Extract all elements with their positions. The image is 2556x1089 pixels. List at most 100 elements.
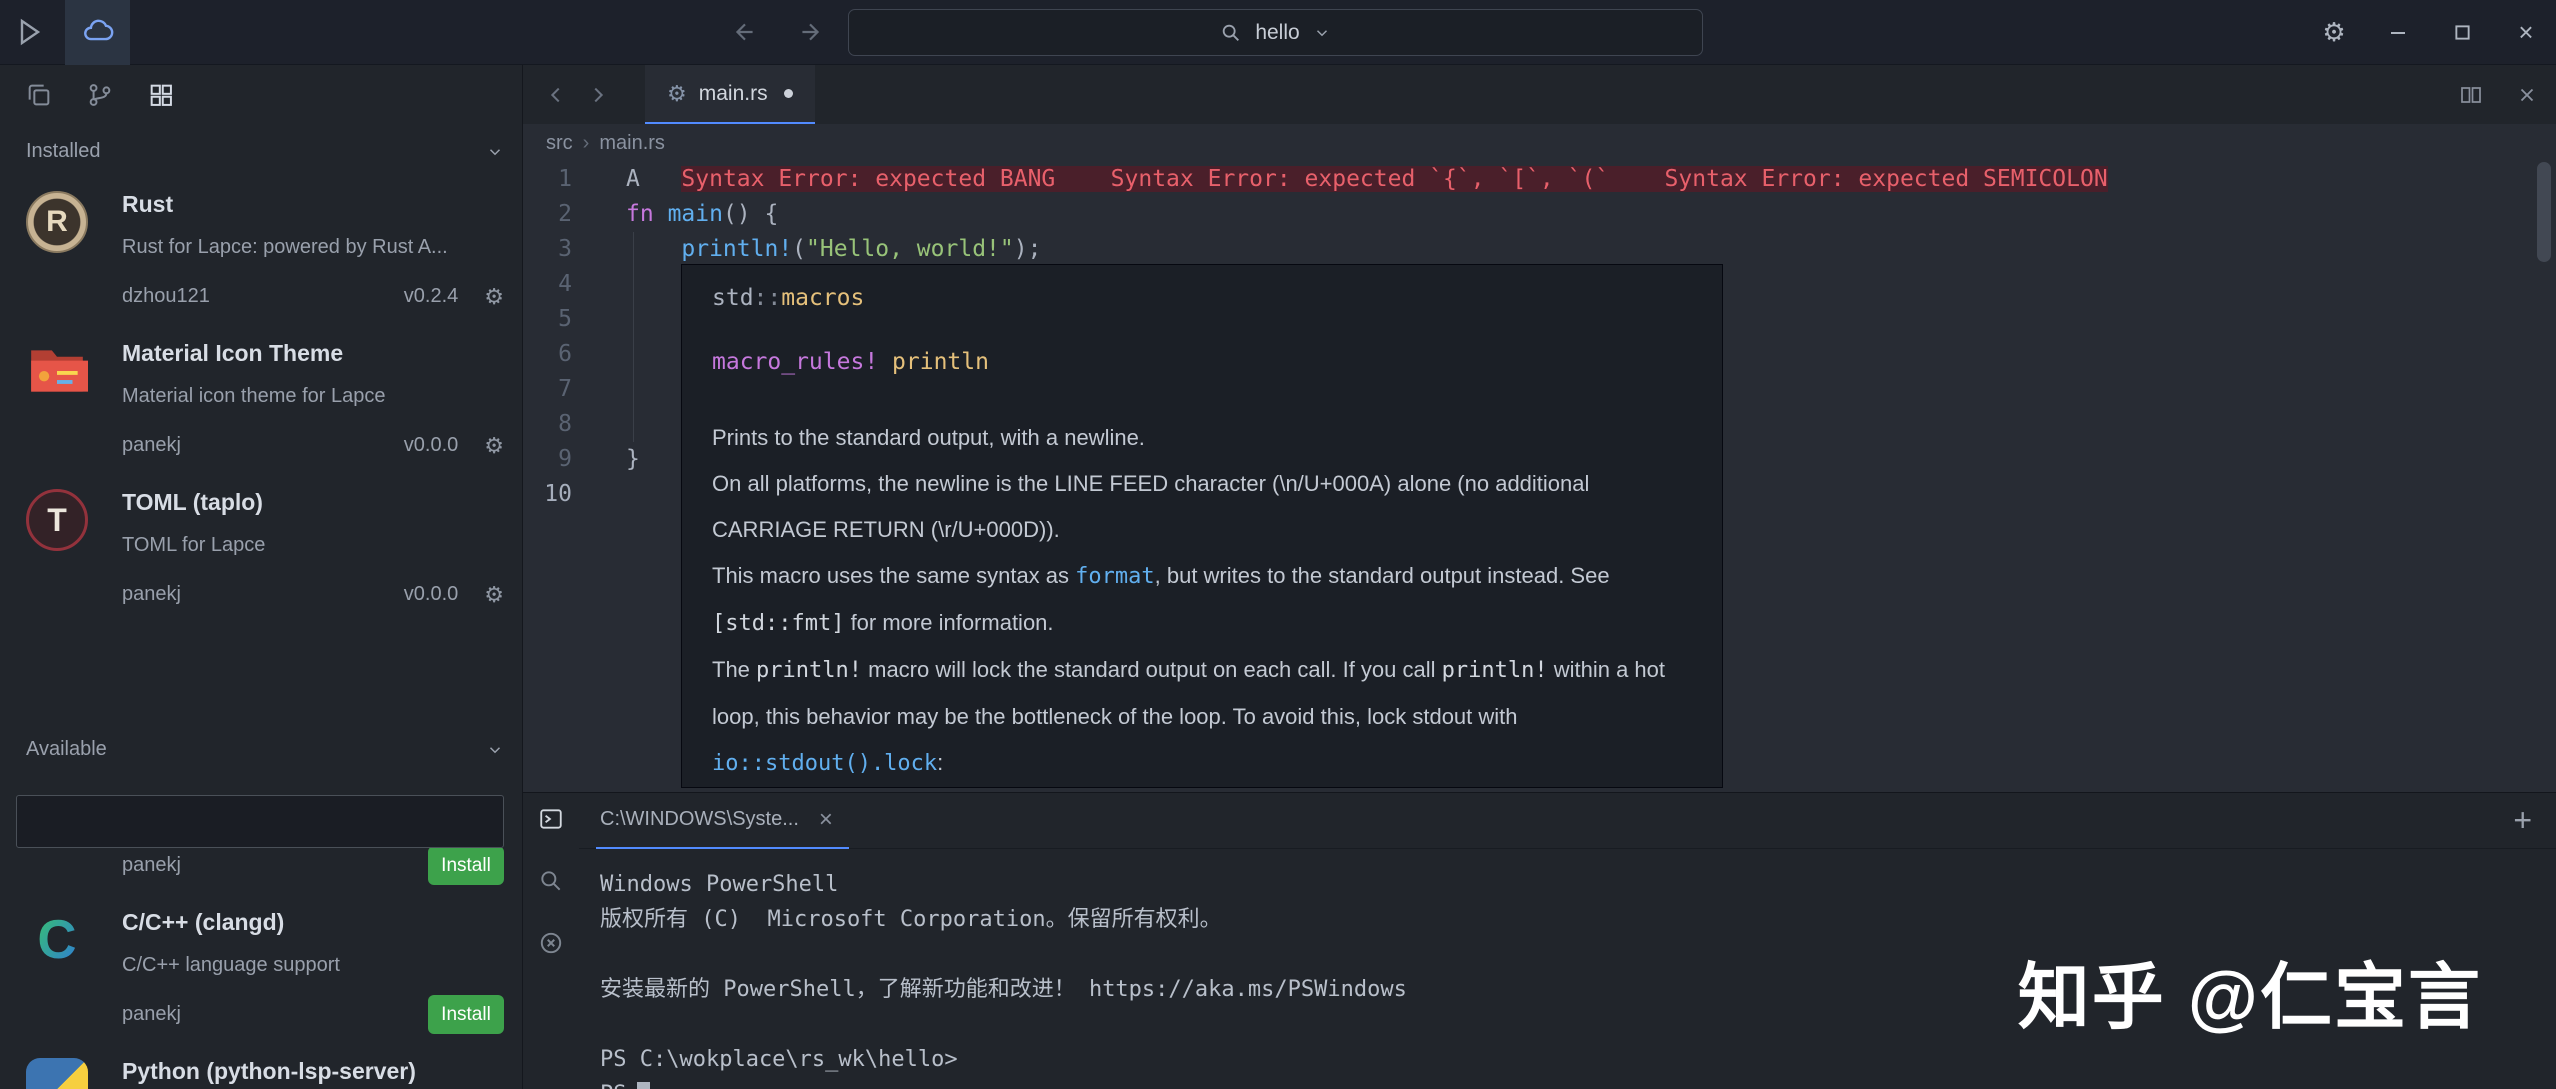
breadcrumb-file[interactable]: main.rs (599, 132, 665, 155)
svg-text:C: C (37, 910, 76, 970)
indent-guide (633, 232, 634, 442)
plugin-description: Material icon theme for Lapce (122, 385, 504, 408)
plugin-description: TOML for Lapce (122, 534, 504, 557)
inline-code: format (1075, 564, 1154, 589)
close-terminal-tab-icon[interactable]: × (819, 806, 833, 834)
new-terminal-button[interactable]: + (2513, 802, 2556, 839)
token-plain (640, 166, 682, 192)
code-row: 3 println!("Hello, world!"); (523, 232, 2556, 267)
token-plain: std (712, 285, 754, 311)
install-button[interactable]: Install (428, 995, 504, 1034)
history-back-button[interactable] (728, 15, 762, 49)
settings-gear-button[interactable]: ⚙ (2316, 15, 2352, 51)
token-plain: ); (1014, 236, 1042, 262)
plugin-settings-gear-icon[interactable]: ⚙ (484, 433, 504, 459)
line-number: 1 (523, 162, 572, 197)
code-row: 1 A Syntax Error: expected BANG Syntax Er… (523, 162, 2556, 197)
token-plain: A (626, 166, 640, 192)
plugin-author: dzhou121 (122, 285, 210, 308)
doc-text: This macro uses the same syntax as (712, 563, 1075, 588)
plugin-version: v0.0.0 (404, 583, 458, 606)
editor-tabbar: ⚙ main.rs (523, 65, 2556, 124)
minimize-button[interactable] (2380, 15, 2416, 51)
installed-plugin-list: R Rust Rust for Lapce: powered by Rust A… (0, 173, 522, 620)
panel-rail (523, 793, 579, 1089)
line-number: 6 (523, 337, 572, 372)
inline-code: println! (756, 658, 862, 683)
plugin-search-input[interactable] (16, 795, 504, 848)
plugin-list-item[interactable]: C C/C++ (clangd) C/C++ language support … (0, 891, 522, 1040)
terminal-tabbar: C:\WINDOWS\Syste... × + (579, 793, 2556, 849)
plugin-name: Rust (122, 191, 504, 218)
code-row: 2fn main() { (523, 197, 2556, 232)
tab-back-button[interactable] (539, 78, 573, 112)
plugin-list-item[interactable]: R Rust Rust for Lapce: powered by Rust A… (0, 173, 522, 322)
plugin-description: Rust for Lapce: powered by Rust A... (122, 236, 504, 259)
editor-scrollbar[interactable] (2537, 162, 2551, 262)
terminal-panel-icon[interactable] (538, 806, 564, 832)
workspace-name: hello (1255, 21, 1299, 45)
workspace-selector[interactable]: hello (848, 9, 1703, 56)
plugin-list-item[interactable]: T TOML (taplo) TOML for Lapce panekj v0.… (0, 471, 522, 620)
plugin-author: panekj (122, 1003, 181, 1026)
plugin-settings-gear-icon[interactable]: ⚙ (484, 582, 504, 608)
toml-plugin-icon: T (26, 489, 88, 551)
terminal-line: PS C:\wokplace\rs_wk\hello> (600, 1042, 2556, 1077)
hover-module-path: std::macros (712, 285, 1692, 311)
breadcrumb-src[interactable]: src (546, 132, 573, 155)
tab-label: main.rs (699, 82, 768, 106)
line-number: 5 (523, 302, 572, 337)
cloud-icon (81, 15, 115, 49)
file-explorer-icon[interactable] (24, 80, 54, 110)
split-editor-icon[interactable] (2454, 78, 2488, 112)
plugin-list-item[interactable]: Python (python-lsp-server) (0, 1040, 522, 1089)
rust-plugin-icon: R (26, 191, 88, 253)
plugin-settings-gear-icon[interactable]: ⚙ (484, 284, 504, 310)
maximize-button[interactable] (2444, 15, 2480, 51)
install-button[interactable]: Install (428, 848, 504, 885)
plugin-version: v0.0.0 (404, 434, 458, 457)
plugin-list-item[interactable]: panekj Install (0, 848, 522, 891)
token-plain (878, 349, 892, 375)
close-editor-icon[interactable] (2510, 78, 2544, 112)
extensions-icon[interactable] (146, 80, 176, 110)
terminal-line: PS (600, 1077, 2556, 1089)
code-line: } (626, 442, 640, 477)
doc-text: The (712, 657, 756, 682)
close-button[interactable]: × (2508, 15, 2544, 51)
problems-panel-icon[interactable] (538, 930, 564, 956)
token-err: Syntax Error: expected BANG Syntax Error… (681, 166, 2107, 192)
search-panel-icon[interactable] (538, 868, 564, 894)
terminal-tab[interactable]: C:\WINDOWS\Syste... × (596, 793, 849, 849)
inline-code: io::stdout().lock (712, 751, 937, 776)
window-controls: ⚙ × (2316, 0, 2544, 65)
hover-doc-paragraph: This macro uses the same syntax as forma… (712, 553, 1692, 647)
material-theme-plugin-icon (26, 340, 88, 402)
source-control-icon[interactable] (85, 80, 115, 110)
available-section-header[interactable]: Available (0, 728, 522, 771)
installed-section-header[interactable]: Installed (0, 130, 522, 173)
hover-documentation-popup: std::macros macro_rules! println Prints … (681, 264, 1723, 788)
plugin-author: panekj (122, 583, 181, 606)
token-fn: main (668, 201, 723, 227)
terminal-cursor (637, 1082, 650, 1089)
doc-text: Prints to the standard output, with a ne… (712, 425, 1145, 450)
tab-forward-button[interactable] (581, 78, 615, 112)
terminal-line: Windows PowerShell (600, 867, 2556, 902)
history-forward-button[interactable] (793, 15, 827, 49)
plugin-author: panekj (122, 434, 181, 457)
tab-main-rs[interactable]: ⚙ main.rs (645, 65, 815, 124)
token-kw: macro_rules! (712, 349, 878, 375)
code-line: A Syntax Error: expected BANG Syntax Err… (626, 162, 2108, 197)
doc-text: for more information. (844, 610, 1053, 635)
line-number: 10 (523, 477, 572, 512)
line-number: 9 (523, 442, 572, 477)
line-number: 7 (523, 372, 572, 407)
chevron-down-icon (1313, 24, 1331, 42)
plugin-list-item[interactable]: Material Icon Theme Material icon theme … (0, 322, 522, 471)
inline-code: println! (1442, 658, 1548, 683)
token-plain: () { (723, 201, 778, 227)
remote-connection-button[interactable] (65, 0, 130, 65)
token-plain (626, 236, 681, 262)
hover-signature: macro_rules! println (712, 349, 1692, 375)
